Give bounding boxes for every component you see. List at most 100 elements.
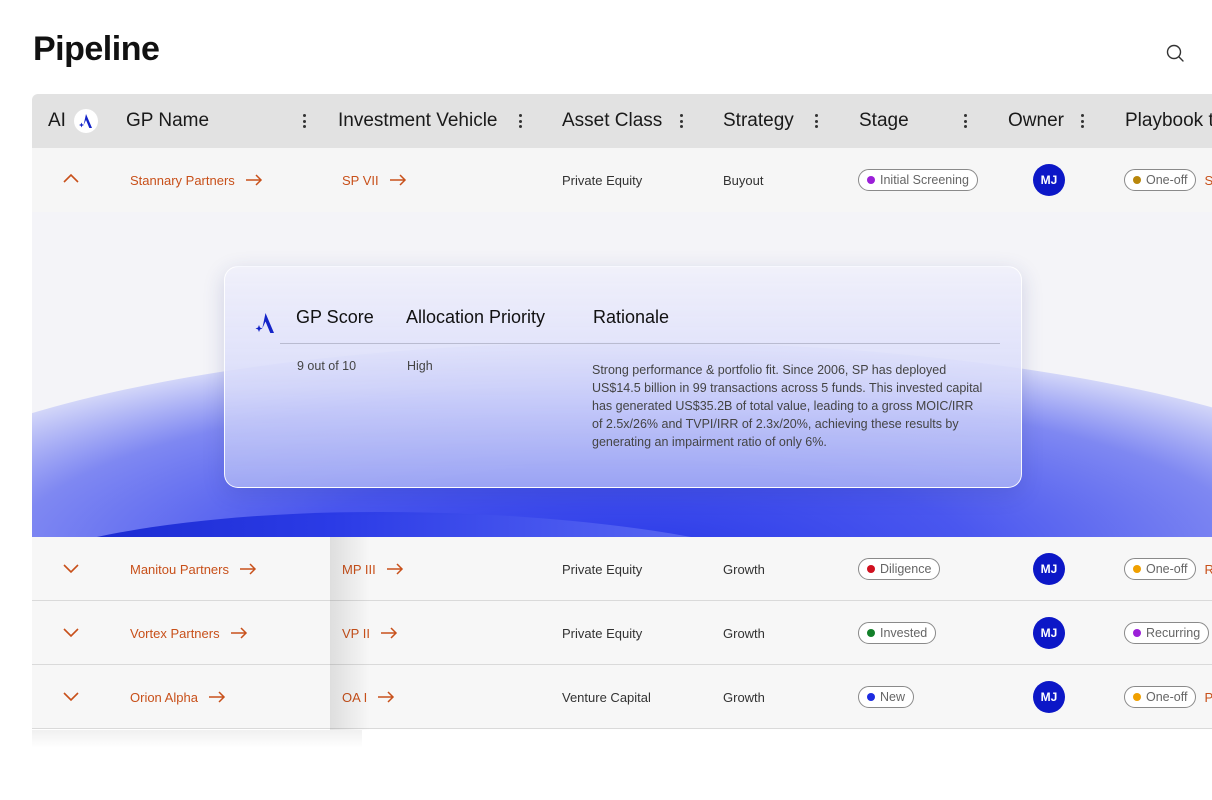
chevron-up-icon[interactable] [62,170,80,188]
asset-class: Private Equity [562,625,643,641]
vehicle-name: SP VII [342,172,379,188]
playbook-dot [1133,693,1141,701]
chevron-down-icon[interactable] [62,559,80,577]
stage-label: New [880,690,906,704]
strategy: Growth [723,625,765,641]
divider [280,343,1000,344]
column-header-ai-label: AI [48,110,66,131]
kebab-menu-icon[interactable] [514,112,526,130]
gp-name-link[interactable]: Orion Alpha [130,690,226,705]
strategy: Growth [723,561,765,577]
arrow-right-icon [208,691,225,703]
gp-score-value: 9 out of 10 [297,359,357,373]
owner-avatar[interactable]: MJ [1033,553,1065,585]
ai-logo-icon [255,313,274,333]
arrow-right-icon [240,563,257,575]
kebab-menu-icon[interactable] [1076,112,1088,130]
gp-name-link[interactable]: Manitou Partners [130,562,257,577]
owner-avatar[interactable]: MJ [1033,164,1065,196]
stage-badge[interactable]: Diligence [858,558,941,580]
column-header-stage[interactable]: Stage [859,94,909,148]
playbook-label: Recurring [1146,626,1201,640]
playbook-label: One-off [1146,562,1188,576]
ai-logo-icon [73,109,98,133]
strategy: Growth [723,689,765,705]
playbook-label: One-off [1146,690,1188,704]
table-row[interactable]: Vortex Partners VP II Private Equity Gro… [32,601,1212,665]
column-header-investment-vehicle[interactable]: Investment Vehicle [338,94,497,148]
arrow-right-icon [380,627,398,639]
stage-badge[interactable]: Invested [858,622,937,644]
allocation-priority-value: High [407,359,433,373]
playbook-badge[interactable]: One-off [1124,558,1197,580]
rationale-text: Strong performance & portfolio fit. Sinc… [592,363,983,449]
strategy: Buyout [723,172,764,188]
truncated-text: S [1204,172,1212,188]
chevron-down-icon[interactable] [62,623,80,641]
stage-dot [867,565,875,573]
gp-name: Stannary Partners [130,172,235,188]
owner-avatar[interactable]: MJ [1033,681,1065,713]
truncated-text: R [1204,561,1212,577]
stage-label: Initial Screening [880,173,969,187]
gp-name: Manitou Partners [130,561,229,577]
gp-score-header: GP Score [296,307,374,327]
playbook-label: One-off [1146,173,1188,187]
column-header-strategy[interactable]: Strategy [723,94,794,148]
stage-label: Invested [880,626,928,640]
asset-class: Venture Capital [562,689,651,705]
stage-dot [867,176,875,184]
kebab-menu-icon[interactable] [810,112,822,130]
column-header-ai[interactable]: AI [48,94,98,148]
arrow-right-icon [245,174,262,186]
vehicle-link[interactable]: VP II [342,626,398,641]
gp-name-link[interactable]: Vortex Partners [130,626,248,641]
column-header-owner[interactable]: Owner [1008,94,1064,148]
kebab-menu-icon[interactable] [959,112,971,130]
stage-badge[interactable]: Initial Screening [858,169,978,191]
search-icon [1166,44,1184,62]
playbook-dot [1133,565,1141,573]
gp-name-link[interactable]: Stannary Partners [130,173,263,188]
arrow-right-icon [389,174,406,186]
arrow-right-icon [378,691,395,703]
table-bottom-shadow [32,730,362,748]
owner-avatar[interactable]: MJ [1033,617,1065,649]
asset-class: Private Equity [562,561,643,577]
vehicle-link[interactable]: SP VII [342,173,407,188]
gp-name: Vortex Partners [130,625,220,641]
chevron-down-icon[interactable] [62,687,80,705]
playbook-badge[interactable]: One-off [1124,686,1197,708]
kebab-menu-icon[interactable] [675,112,687,130]
column-header-playbook[interactable]: Playbook t [1125,94,1212,148]
search-button[interactable] [1164,42,1188,66]
playbook-dot [1133,629,1141,637]
table-row[interactable]: Stannary Partners SP VII Private Equity … [32,148,1212,212]
column-header-gp-name[interactable]: GP Name [126,94,209,148]
page-title: Pipeline [33,30,160,68]
stage-dot [867,693,875,701]
kebab-menu-icon[interactable] [298,112,310,130]
table-row[interactable]: Orion Alpha OA I Venture Capital Growth … [32,665,1212,729]
playbook-badge[interactable]: One-off [1124,169,1197,191]
allocation-priority-header: Allocation Priority [406,307,546,327]
ai-insight-panel: GP Score Allocation Priority Rationale 9… [32,212,1212,537]
column-header-asset-class[interactable]: Asset Class [562,94,662,148]
stage-badge[interactable]: New [858,686,915,708]
playbook-dot [1133,176,1141,184]
stage-label: Diligence [880,562,932,576]
stage-dot [867,629,875,637]
vehicle-link[interactable]: OA I [342,690,395,705]
playbook-badge[interactable]: Recurring [1124,622,1210,644]
arrow-right-icon [230,627,247,639]
table-row[interactable]: Manitou Partners MP III Private Equity G… [32,537,1212,601]
vehicle-link[interactable]: MP III [342,562,404,577]
asset-class: Private Equity [562,172,643,188]
gp-name: Orion Alpha [130,689,198,705]
vehicle-name: VP II [342,625,370,641]
truncated-text: P [1204,689,1212,705]
pipeline-table: AI GP Name Investment Vehicle Asset Clas… [32,94,1212,730]
insight-card: GP Score Allocation Priority Rationale 9… [224,266,1022,488]
arrow-right-icon [386,563,403,575]
vehicle-name: OA I [342,689,368,705]
